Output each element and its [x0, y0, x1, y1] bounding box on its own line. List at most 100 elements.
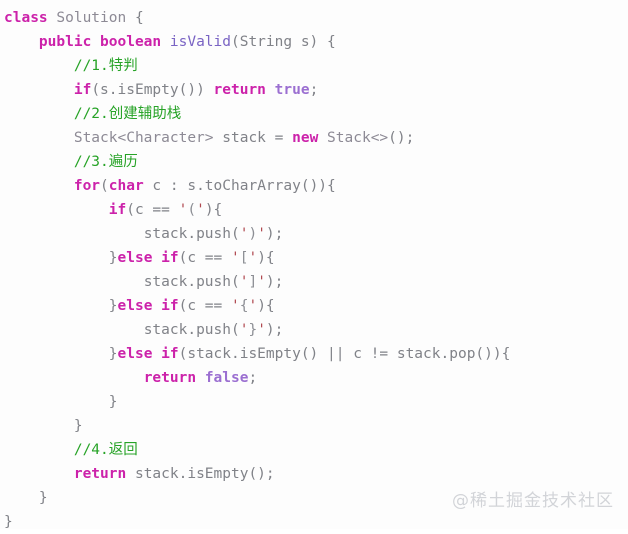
code-line: }: [0, 414, 628, 438]
code-token: );: [265, 274, 284, 290]
code-token: ': [248, 250, 258, 266]
code-token: if: [73, 82, 92, 98]
code-token: if: [108, 202, 127, 218]
code-token: isValid: [169, 34, 231, 50]
code-line: stack.push(']');: [0, 270, 628, 294]
code-line: //1.特判: [0, 54, 628, 78]
code-token: Solution: [56, 10, 127, 26]
code-token: }: [108, 298, 118, 314]
code-line: //4.返回: [0, 438, 628, 462]
code-token: );: [265, 226, 284, 242]
code-token: return: [213, 82, 266, 98]
code-token: (c ==: [178, 298, 231, 314]
watermark-label: @稀土掘金技术社区: [452, 491, 614, 511]
code-token: else if: [117, 346, 179, 362]
code-line: return false;: [0, 366, 628, 390]
code-line: if(s.isEmpty()) return true;: [0, 78, 628, 102]
code-line: //3.遍历: [0, 150, 628, 174]
code-block[interactable]: class Solution { public boolean isValid(…: [0, 6, 628, 534]
code-token: ){: [204, 202, 223, 218]
code-token: ;: [248, 370, 258, 386]
code-token: public boolean: [38, 34, 162, 50]
code-token: (s.isEmpty()): [91, 82, 214, 98]
code-line: }: [0, 390, 628, 414]
code-token: ': [196, 202, 205, 218]
code-token: //3.遍历: [73, 154, 138, 170]
code-token: }: [248, 322, 258, 338]
code-token: }: [73, 418, 83, 434]
code-snippet-surface: class Solution { public boolean isValid(…: [0, 0, 628, 530]
code-token: (c ==: [126, 202, 179, 218]
code-token: char: [108, 178, 144, 194]
code-token: stack.push(: [143, 226, 240, 242]
code-token: );: [265, 322, 284, 338]
code-token: Stack<Character>: [73, 130, 214, 146]
code-token: }: [108, 394, 118, 410]
code-token: return: [143, 370, 197, 386]
code-token: }: [4, 514, 13, 530]
code-token: ;: [309, 82, 319, 98]
code-token: stack =: [213, 130, 293, 146]
code-token: ]: [248, 274, 258, 290]
code-token: stack.isEmpty();: [126, 466, 275, 482]
code-line: class Solution {: [0, 6, 628, 30]
code-token: }: [108, 346, 118, 362]
code-line: }else if(c == '{'){: [0, 294, 628, 318]
code-token: new: [292, 130, 319, 146]
code-line: stack.push('}');: [0, 318, 628, 342]
code-token: false: [204, 370, 249, 386]
code-token: ': [248, 298, 258, 314]
code-token: }: [38, 490, 48, 506]
code-token: ': [257, 226, 266, 242]
code-token: true: [274, 82, 310, 98]
code-token: }: [108, 250, 118, 266]
code-line: if(c == '('){: [0, 198, 628, 222]
code-line: //2.创建辅助栈: [0, 102, 628, 126]
code-token: (: [187, 202, 197, 218]
code-token: //4.返回: [73, 442, 138, 458]
code-line: }else if(stack.isEmpty() || c != stack.p…: [0, 342, 628, 366]
code-token: ();: [388, 130, 415, 146]
code-line: return stack.isEmpty();: [0, 462, 628, 486]
code-token: class: [4, 10, 48, 26]
code-token: return: [73, 466, 127, 482]
code-token: //2.创建辅助栈: [73, 106, 182, 122]
code-line: public boolean isValid(String s) {: [0, 30, 628, 54]
code-token: {: [126, 10, 144, 26]
code-token: else if: [117, 298, 179, 314]
code-token: ': [257, 322, 266, 338]
code-token: stack.push(: [143, 322, 240, 338]
code-line: Stack<Character> stack = new Stack<>();: [0, 126, 628, 150]
code-line: for(char c : s.toCharArray()){: [0, 174, 628, 198]
code-token: c : s.toCharArray()){: [143, 178, 336, 194]
code-token: stack.push(: [143, 274, 240, 290]
code-line: stack.push(')');: [0, 222, 628, 246]
code-line: }: [0, 510, 628, 534]
code-token: ){: [257, 298, 275, 314]
code-token: for: [73, 178, 101, 194]
code-token: (String s) {: [230, 34, 336, 50]
code-token: ){: [257, 250, 275, 266]
